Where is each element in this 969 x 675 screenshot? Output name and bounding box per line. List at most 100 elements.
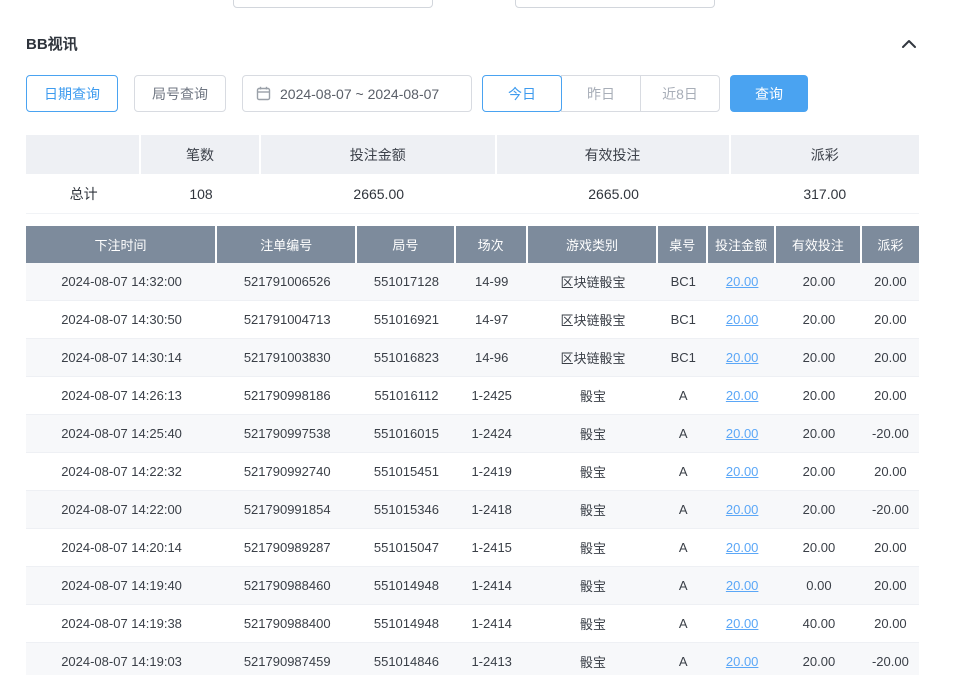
cell-bet-time: 2024-08-07 14:19:03 — [26, 643, 217, 675]
cell-game-type: 区块链骰宝 — [528, 263, 658, 301]
cell-round-id: 551014948 — [357, 605, 455, 643]
cell-bet-time: 2024-08-07 14:32:00 — [26, 263, 217, 301]
cell-round-id: 551016015 — [357, 415, 455, 453]
bet-amount-link[interactable]: 20.00 — [726, 274, 759, 289]
cell-game-type: 骰宝 — [528, 643, 658, 675]
quick-today-button[interactable]: 今日 — [482, 75, 562, 112]
cell-valid-bet: 20.00 — [776, 529, 862, 567]
collapse-chevron-up-icon[interactable] — [899, 36, 919, 52]
table-row: 2024-08-07 14:22:32521790992740551015451… — [26, 453, 919, 491]
summary-header-empty — [26, 135, 141, 174]
cell-session: 1-2425 — [456, 377, 528, 415]
page: BB视讯 日期查询 局号查询 2024-08-07 — [0, 0, 969, 675]
cell-bet-amount: 20.00 — [708, 453, 776, 491]
cell-order-id: 521790988400 — [217, 605, 357, 643]
cell-bet-amount: 20.00 — [708, 491, 776, 529]
bet-amount-link[interactable]: 20.00 — [726, 312, 759, 327]
cell-bet-time: 2024-08-07 14:19:40 — [26, 567, 217, 605]
summary-header-bet-amount: 投注金额 — [261, 135, 497, 174]
cell-valid-bet: 20.00 — [776, 491, 862, 529]
cell-game-type: 骰宝 — [528, 415, 658, 453]
records-table-body: 2024-08-07 14:32:00521791006526551017128… — [26, 263, 919, 675]
cell-game-type: 骰宝 — [528, 529, 658, 567]
summary-total-count: 108 — [141, 174, 261, 214]
quick-last8days-button[interactable]: 近8日 — [640, 75, 720, 112]
cell-bet-time: 2024-08-07 14:26:13 — [26, 377, 217, 415]
bet-amount-link[interactable]: 20.00 — [726, 502, 759, 517]
cell-session: 14-99 — [456, 263, 528, 301]
cell-payout: -20.00 — [862, 415, 919, 453]
cell-game-type: 区块链骰宝 — [528, 339, 658, 377]
date-range-picker[interactable]: 2024-08-07 ~ 2024-08-07 — [242, 75, 472, 112]
table-row: 2024-08-07 14:32:00521791006526551017128… — [26, 263, 919, 301]
search-button[interactable]: 查询 — [730, 75, 808, 112]
summary-total-valid-bet: 2665.00 — [497, 174, 731, 214]
col-header-game-type: 游戏类别 — [528, 226, 658, 263]
summary-total-label: 总计 — [26, 174, 141, 214]
col-header-session: 场次 — [456, 226, 528, 263]
cell-bet-amount: 20.00 — [708, 643, 776, 675]
table-row: 2024-08-07 14:19:40521790988460551014948… — [26, 567, 919, 605]
table-row: 2024-08-07 14:26:13521790998186551016112… — [26, 377, 919, 415]
col-header-table-id: 桌号 — [658, 226, 708, 263]
records-header-row: 下注时间 注单编号 局号 场次 游戏类别 桌号 投注金额 有效投注 派彩 — [26, 226, 919, 263]
bet-amount-link[interactable]: 20.00 — [726, 388, 759, 403]
cell-game-type: 骰宝 — [528, 605, 658, 643]
cell-session: 1-2414 — [456, 567, 528, 605]
cell-table-id: BC1 — [658, 263, 708, 301]
cell-order-id: 521790987459 — [217, 643, 357, 675]
cell-session: 14-96 — [456, 339, 528, 377]
cell-payout: 20.00 — [862, 301, 919, 339]
cell-round-id: 551014846 — [357, 643, 455, 675]
bet-amount-link[interactable]: 20.00 — [726, 540, 759, 555]
date-query-tab[interactable]: 日期查询 — [26, 75, 118, 112]
col-header-bet-time: 下注时间 — [26, 226, 217, 263]
cell-table-id: A — [658, 605, 708, 643]
bet-amount-link[interactable]: 20.00 — [726, 426, 759, 441]
records-table: 下注时间 注单编号 局号 场次 游戏类别 桌号 投注金额 有效投注 派彩 202… — [26, 226, 919, 675]
cell-valid-bet: 20.00 — [776, 453, 862, 491]
summary-total-row: 总计 108 2665.00 2665.00 317.00 — [26, 174, 919, 214]
summary-header-payout: 派彩 — [731, 135, 919, 174]
cell-bet-time: 2024-08-07 14:22:00 — [26, 491, 217, 529]
col-header-bet-amount: 投注金额 — [708, 226, 776, 263]
cell-bet-time: 2024-08-07 14:30:14 — [26, 339, 217, 377]
table-row: 2024-08-07 14:30:50521791004713551016921… — [26, 301, 919, 339]
bb-video-section: BB视讯 日期查询 局号查询 2024-08-07 — [26, 0, 919, 675]
bet-amount-link[interactable]: 20.00 — [726, 616, 759, 631]
cell-bet-time: 2024-08-07 14:20:14 — [26, 529, 217, 567]
cell-order-id: 521790992740 — [217, 453, 357, 491]
summary-table: 笔数 投注金额 有效投注 派彩 总计 108 2665.00 2665.00 3… — [26, 135, 919, 214]
cell-payout: 20.00 — [862, 339, 919, 377]
cell-session: 1-2414 — [456, 605, 528, 643]
cell-bet-amount: 20.00 — [708, 415, 776, 453]
cell-table-id: A — [658, 529, 708, 567]
cell-valid-bet: 20.00 — [776, 377, 862, 415]
cell-session: 1-2418 — [456, 491, 528, 529]
bet-amount-link[interactable]: 20.00 — [726, 578, 759, 593]
cell-table-id: A — [658, 415, 708, 453]
summary-total-payout: 317.00 — [731, 174, 919, 214]
filter-bar: 日期查询 局号查询 2024-08-07 ~ 2024-08-07 今日 昨日 … — [26, 75, 919, 112]
cell-table-id: A — [658, 377, 708, 415]
cell-game-type: 骰宝 — [528, 567, 658, 605]
col-header-round-id: 局号 — [357, 226, 455, 263]
cell-round-id: 551014948 — [357, 567, 455, 605]
cell-order-id: 521790991854 — [217, 491, 357, 529]
quick-yesterday-button[interactable]: 昨日 — [561, 75, 641, 112]
summary-total-bet-amount: 2665.00 — [261, 174, 497, 214]
bet-amount-link[interactable]: 20.00 — [726, 654, 759, 669]
cell-payout: 20.00 — [862, 529, 919, 567]
summary-header-row: 笔数 投注金额 有效投注 派彩 — [26, 135, 919, 174]
cell-order-id: 521791003830 — [217, 339, 357, 377]
cell-order-id: 521791004713 — [217, 301, 357, 339]
cell-order-id: 521790997538 — [217, 415, 357, 453]
quick-date-group: 今日 昨日 近8日 — [482, 75, 720, 112]
round-query-tab[interactable]: 局号查询 — [134, 75, 226, 112]
cell-table-id: A — [658, 567, 708, 605]
cell-session: 1-2415 — [456, 529, 528, 567]
bet-amount-link[interactable]: 20.00 — [726, 464, 759, 479]
col-header-valid-bet: 有效投注 — [776, 226, 862, 263]
cell-round-id: 551015451 — [357, 453, 455, 491]
bet-amount-link[interactable]: 20.00 — [726, 350, 759, 365]
